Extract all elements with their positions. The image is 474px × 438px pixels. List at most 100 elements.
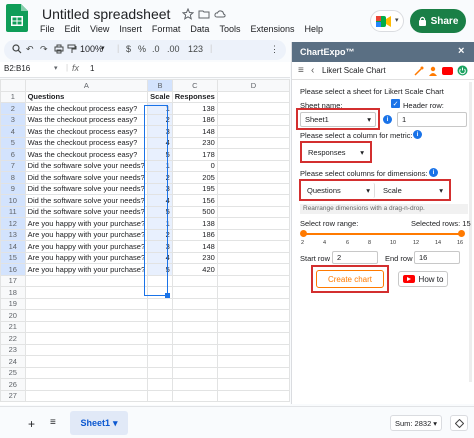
row-header[interactable]: 5: [0, 136, 26, 149]
cell-question[interactable]: Are you happy with your purchase?: [24, 251, 149, 264]
cell-scale[interactable]: 4: [147, 136, 173, 149]
row-header[interactable]: 19: [0, 297, 26, 310]
cell-question[interactable]: Did the software solve your needs?: [24, 159, 149, 172]
zoom-chevron-icon[interactable]: ▾: [101, 44, 105, 52]
row-header[interactable]: 21: [0, 320, 26, 333]
menu-view[interactable]: View: [90, 24, 109, 36]
menu-icon[interactable]: ≡: [298, 65, 304, 76]
header-row-checkbox[interactable]: ✓: [391, 99, 400, 108]
close-icon[interactable]: ×: [458, 45, 464, 57]
cell[interactable]: [216, 240, 290, 253]
menu-extensions[interactable]: Extensions: [250, 24, 294, 36]
youtube-icon[interactable]: [442, 67, 453, 75]
cell-scale[interactable]: 3: [147, 182, 173, 195]
column-header-b[interactable]: B: [147, 79, 173, 92]
cell-responses[interactable]: 230: [171, 251, 218, 264]
cell[interactable]: [216, 182, 290, 195]
decrease-decimal-icon[interactable]: .0: [152, 44, 160, 54]
cell-scale[interactable]: 2: [147, 171, 173, 184]
cell[interactable]: [216, 194, 290, 207]
cell[interactable]: [216, 90, 290, 103]
explore-button[interactable]: [450, 415, 468, 431]
row-header[interactable]: 23: [0, 343, 26, 356]
cell-responses[interactable]: 138: [171, 217, 218, 230]
fill-handle[interactable]: [165, 293, 170, 298]
cell-question[interactable]: Are you happy with your purchase?: [24, 240, 149, 253]
cell-question[interactable]: Did the software solve your needs?: [24, 171, 149, 184]
menu-file[interactable]: File: [40, 24, 55, 36]
print-icon[interactable]: [54, 44, 64, 56]
formula-input[interactable]: 1: [90, 64, 94, 73]
cell[interactable]: [216, 113, 290, 126]
row-header[interactable]: 11: [0, 205, 26, 218]
end-row-input[interactable]: 16: [414, 251, 460, 264]
paint-format-icon[interactable]: [67, 44, 77, 56]
cell-responses[interactable]: 148: [171, 125, 218, 138]
wand-icon[interactable]: [414, 66, 424, 78]
row-header[interactable]: 2: [0, 102, 26, 115]
row-header[interactable]: 9: [0, 182, 26, 195]
cell-question[interactable]: Was the checkout process easy?: [24, 102, 149, 115]
star-icon[interactable]: [181, 7, 195, 20]
cell-scale[interactable]: 3: [147, 240, 173, 253]
sum-indicator[interactable]: Sum: 2832 ▾: [390, 415, 442, 431]
row-header[interactable]: 25: [0, 366, 26, 379]
row-header[interactable]: 4: [0, 125, 26, 138]
column-header-c[interactable]: C: [171, 79, 218, 92]
info-icon[interactable]: i: [383, 115, 392, 124]
cell-header-responses[interactable]: Responses: [171, 90, 218, 103]
row-header[interactable]: 24: [0, 355, 26, 368]
slider-end-handle[interactable]: [458, 230, 465, 237]
back-icon[interactable]: ‹: [311, 65, 314, 76]
cell-responses[interactable]: 178: [171, 148, 218, 161]
cell-question[interactable]: Was the checkout process easy?: [24, 113, 149, 126]
cell-responses[interactable]: 186: [171, 113, 218, 126]
row-header[interactable]: 26: [0, 378, 26, 391]
menu-edit[interactable]: Edit: [65, 24, 81, 36]
cell-responses[interactable]: 148: [171, 240, 218, 253]
cell-scale[interactable]: 2: [147, 113, 173, 126]
cell-responses[interactable]: 230: [171, 136, 218, 149]
row-header[interactable]: 13: [0, 228, 26, 241]
cell-responses[interactable]: 186: [171, 228, 218, 241]
cell-question[interactable]: Was the checkout process easy?: [24, 136, 149, 149]
cell-question[interactable]: Was the checkout process easy?: [24, 148, 149, 161]
row-header[interactable]: 20: [0, 309, 26, 322]
row-header[interactable]: 12: [0, 217, 26, 230]
cell-scale[interactable]: 2: [147, 228, 173, 241]
menu-data[interactable]: Data: [190, 24, 209, 36]
cell-responses[interactable]: 138: [171, 102, 218, 115]
cell-scale[interactable]: 4: [147, 194, 173, 207]
name-box-chevron-icon[interactable]: ▾: [54, 64, 58, 72]
cell-question[interactable]: Are you happy with your purchase?: [24, 228, 149, 241]
column-header-a[interactable]: A: [24, 79, 149, 92]
cell-scale[interactable]: 1: [147, 217, 173, 230]
row-header[interactable]: 17: [0, 274, 26, 287]
cell[interactable]: [216, 136, 290, 149]
menu-tools[interactable]: Tools: [219, 24, 240, 36]
cell[interactable]: [216, 251, 290, 264]
meet-button[interactable]: ▾: [370, 10, 404, 32]
cell[interactable]: [216, 102, 290, 115]
row-header[interactable]: 10: [0, 194, 26, 207]
cell-scale[interactable]: 1: [147, 102, 173, 115]
cell-scale[interactable]: 5: [147, 148, 173, 161]
row-header[interactable]: 22: [0, 332, 26, 345]
cell-scale[interactable]: 5: [147, 263, 173, 276]
start-row-input[interactable]: 2: [332, 251, 378, 264]
name-box[interactable]: B2:B16: [4, 64, 30, 73]
row-range-slider[interactable]: [302, 233, 462, 235]
cell-scale[interactable]: 4: [147, 251, 173, 264]
cell-responses[interactable]: 205: [171, 171, 218, 184]
panel-scrollbar[interactable]: [469, 82, 472, 382]
menu-insert[interactable]: Insert: [119, 24, 142, 36]
cell-responses[interactable]: 500: [171, 205, 218, 218]
row-header[interactable]: 14: [0, 240, 26, 253]
cell-responses[interactable]: 156: [171, 194, 218, 207]
cell-scale[interactable]: 5: [147, 205, 173, 218]
add-sheet-icon[interactable]: +: [28, 417, 35, 431]
row-header[interactable]: 27: [0, 389, 26, 402]
cell-scale[interactable]: 1: [147, 159, 173, 172]
cloud-saved-icon[interactable]: [214, 8, 226, 20]
cell-scale[interactable]: 3: [147, 125, 173, 138]
